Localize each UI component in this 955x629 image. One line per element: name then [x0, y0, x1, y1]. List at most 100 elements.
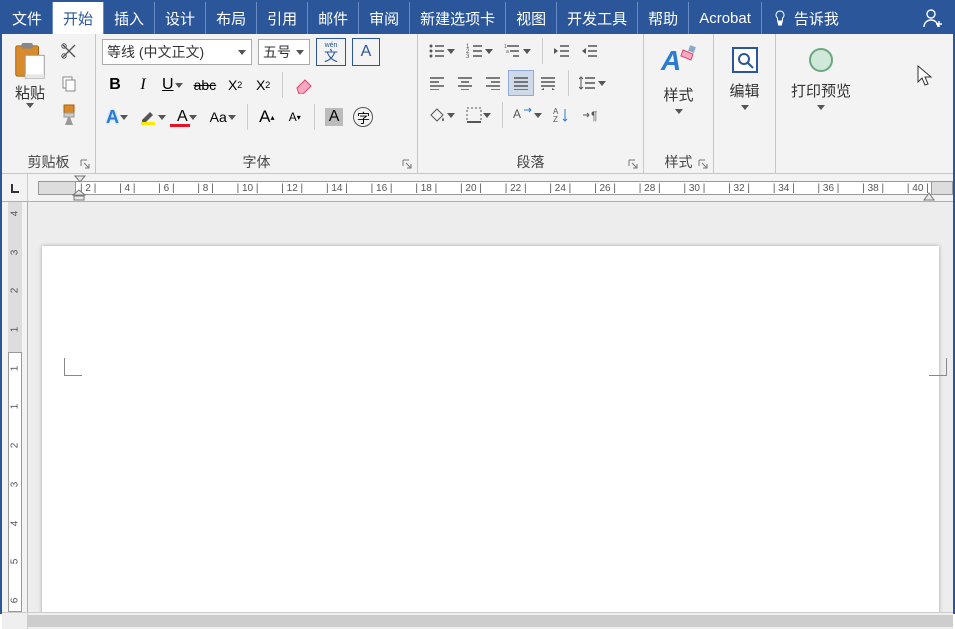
document-area[interactable] — [28, 202, 953, 612]
numbering-button[interactable]: 123 — [462, 38, 498, 64]
chevron-down-icon — [533, 113, 543, 118]
tab-view[interactable]: 视图 — [506, 2, 557, 34]
chevron-down-icon — [482, 113, 492, 118]
paste-button[interactable]: 粘贴 — [8, 38, 52, 108]
increase-indent-button[interactable] — [577, 38, 603, 64]
styles-icon: A — [659, 44, 699, 80]
horizontal-scrollbar[interactable] — [2, 612, 953, 629]
subscript-button[interactable]: X2 — [222, 72, 248, 98]
grow-font-button[interactable]: A▴ — [254, 104, 280, 130]
format-painter-button[interactable] — [56, 102, 82, 128]
text-direction-button[interactable]: A — [509, 102, 547, 128]
tab-selector[interactable] — [2, 174, 28, 201]
tab-help[interactable]: 帮助 — [638, 2, 689, 34]
group-clipboard: 粘贴 剪贴板 — [2, 34, 96, 173]
change-case-button[interactable]: Aa — [206, 104, 241, 130]
bullets-button[interactable] — [424, 38, 460, 64]
bullets-icon — [428, 43, 446, 59]
font-size-select[interactable]: 五号 — [258, 39, 310, 65]
chevron-down-icon — [157, 115, 167, 120]
paste-label: 粘贴 — [15, 82, 45, 103]
character-border-button[interactable]: A — [352, 38, 380, 66]
group-paragraph: 123 1a — [418, 34, 644, 173]
styles-launcher-icon[interactable] — [697, 158, 709, 170]
multilevel-list-button[interactable]: 1a — [500, 38, 536, 64]
hanging-indent-icon[interactable] — [72, 189, 86, 201]
highlight-button[interactable] — [135, 104, 171, 130]
align-distributed-button[interactable] — [536, 70, 562, 96]
tab-references[interactable]: 引用 — [257, 2, 308, 34]
lightbulb-icon — [772, 10, 788, 26]
tab-file[interactable]: 文件 — [2, 2, 53, 34]
line-spacing-button[interactable] — [575, 70, 611, 96]
group-styles: A 样式 样式 — [644, 34, 714, 173]
editing-label: 编辑 — [729, 80, 759, 101]
horizontal-ruler[interactable]: | 2 || 4 || 6 || 8 || 10 || 12 || 14 || … — [2, 174, 953, 202]
align-right-icon — [485, 76, 501, 90]
font-name-select[interactable]: 等线 (中文正文) — [102, 39, 252, 65]
hscroll-thumb[interactable] — [28, 615, 953, 627]
menubar: 文件 开始 插入 设计 布局 引用 邮件 审阅 新建选项卡 视图 开发工具 帮助… — [2, 2, 953, 34]
decrease-indent-button[interactable] — [549, 38, 575, 64]
text-effects-button[interactable]: A — [102, 104, 133, 130]
tab-devtools[interactable]: 开发工具 — [557, 2, 638, 34]
copy-button[interactable] — [56, 70, 82, 96]
chevron-down-icon — [597, 81, 607, 86]
superscript-button[interactable]: X2 — [250, 72, 276, 98]
vertical-ruler[interactable]: 43211123456 — [2, 202, 28, 612]
margin-corner-tl — [64, 358, 82, 376]
margin-corner-tr — [929, 358, 947, 376]
page[interactable] — [42, 246, 939, 612]
tab-review[interactable]: 审阅 — [359, 2, 410, 34]
chevron-down-icon — [522, 49, 532, 54]
enclose-char-button[interactable]: 字 — [349, 104, 377, 130]
tab-mailings[interactable]: 邮件 — [308, 2, 359, 34]
align-justify-button[interactable] — [508, 70, 534, 96]
shrink-font-button[interactable]: A▾ — [282, 104, 308, 130]
align-right-button[interactable] — [480, 70, 506, 96]
font-launcher-icon[interactable] — [401, 158, 413, 170]
shading-button[interactable] — [424, 102, 460, 128]
sort-button[interactable]: AZ — [549, 102, 575, 128]
styles-button[interactable]: A 样式 — [650, 38, 707, 114]
underline-button[interactable]: U — [158, 72, 188, 98]
strikethrough-button[interactable]: abc — [190, 72, 221, 98]
clipboard-launcher-icon[interactable] — [79, 158, 91, 170]
align-center-button[interactable] — [452, 70, 478, 96]
editing-button[interactable]: 编辑 — [720, 38, 769, 110]
tab-design[interactable]: 设计 — [155, 2, 206, 34]
styles-label: 样式 — [663, 84, 693, 105]
svg-text:¶: ¶ — [591, 109, 597, 123]
tab-home[interactable]: 开始 — [53, 2, 104, 34]
tab-new[interactable]: 新建选项卡 — [410, 2, 506, 34]
group-printpreview: 打印预览 — [776, 34, 866, 173]
tab-layout[interactable]: 布局 — [206, 2, 257, 34]
paste-dropdown-icon[interactable] — [25, 103, 35, 108]
phonetic-guide-button[interactable]: wén 文 — [316, 38, 346, 66]
first-line-indent-icon[interactable] — [74, 175, 86, 183]
tell-me[interactable]: 告诉我 — [762, 2, 849, 34]
circle-icon — [805, 44, 837, 76]
group-font: 等线 (中文正文) 五号 wén 文 A — [96, 34, 418, 173]
copy-icon — [60, 74, 78, 92]
text-direction-icon: A — [513, 107, 533, 123]
paragraph-launcher-icon[interactable] — [627, 158, 639, 170]
svg-text:3: 3 — [466, 54, 470, 59]
cut-button[interactable] — [56, 38, 82, 64]
tab-insert[interactable]: 插入 — [104, 2, 155, 34]
chevron-down-icon — [446, 49, 456, 54]
align-distributed-icon — [540, 76, 558, 90]
clear-formatting-button[interactable] — [289, 72, 319, 98]
bold-button[interactable]: B — [102, 72, 128, 98]
borders-button[interactable] — [462, 102, 496, 128]
share-button[interactable] — [913, 2, 953, 34]
print-preview-button[interactable]: 打印预览 — [782, 38, 860, 110]
tab-acrobat[interactable]: Acrobat — [689, 2, 762, 34]
person-add-icon — [922, 7, 944, 29]
show-marks-button[interactable]: ¶ — [577, 102, 603, 128]
italic-button[interactable]: I — [130, 72, 156, 98]
char-shading-button[interactable]: A — [321, 104, 348, 130]
group-clipboard-label: 剪贴板 — [28, 152, 70, 172]
align-left-button[interactable] — [424, 70, 450, 96]
right-indent-icon[interactable] — [923, 191, 935, 201]
